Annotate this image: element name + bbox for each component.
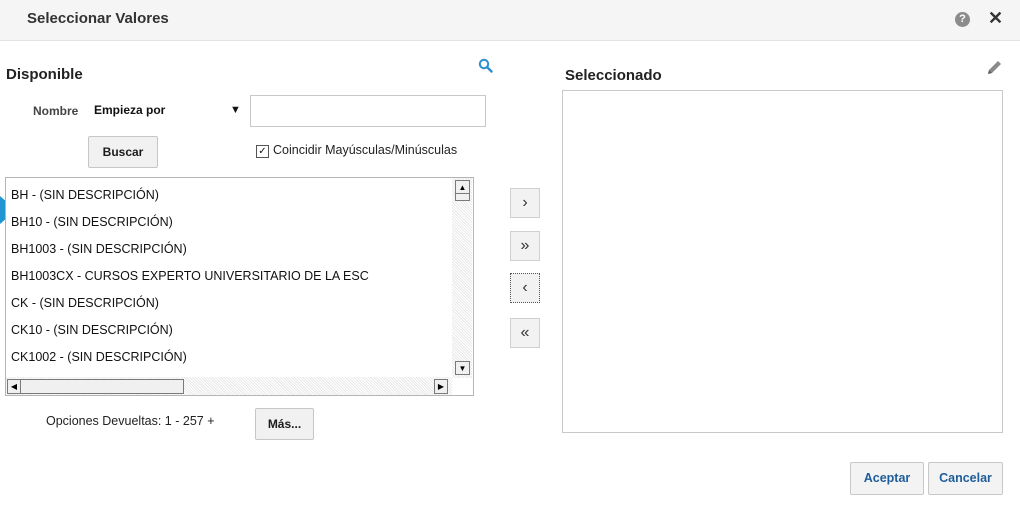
scroll-right-icon[interactable]: ▶: [434, 379, 448, 394]
match-mode-value: Empieza por: [94, 103, 166, 117]
scroll-left-icon[interactable]: ◀: [7, 379, 21, 394]
help-icon[interactable]: ?: [955, 12, 970, 27]
vertical-scrollbar[interactable]: ▲ ▼: [452, 178, 472, 378]
close-icon[interactable]: ✕: [988, 8, 1003, 29]
list-item[interactable]: BH1003 - (SIN DESCRIPCIÓN): [11, 242, 187, 256]
more-button[interactable]: Más...: [255, 408, 314, 440]
available-heading: Disponible: [6, 66, 83, 83]
match-mode-select[interactable]: Empieza por ▼: [88, 96, 248, 125]
results-count-label: Opciones Devueltas: 1 - 257 +: [46, 414, 215, 428]
selected-heading: Seleccionado: [565, 67, 662, 84]
search-input[interactable]: [250, 95, 486, 127]
list-item[interactable]: CK10 - (SIN DESCRIPCIÓN): [11, 323, 173, 337]
accept-button[interactable]: Aceptar: [850, 462, 924, 495]
chevron-down-icon: ▼: [230, 104, 241, 116]
search-icon[interactable]: [477, 57, 495, 75]
move-button[interactable]: ›: [510, 188, 540, 218]
list-item[interactable]: BH - (SIN DESCRIPCIÓN): [11, 188, 159, 202]
scroll-up-icon[interactable]: ▲: [455, 180, 470, 194]
dialog-title: Seleccionar Valores: [27, 10, 169, 27]
horizontal-scrollbar[interactable]: ◀ ▶: [6, 377, 452, 395]
list-item[interactable]: CK - (SIN DESCRIPCIÓN): [11, 296, 159, 310]
search-button[interactable]: Buscar: [88, 136, 158, 168]
available-listbox[interactable]: BH - (SIN DESCRIPCIÓN) BH10 - (SIN DESCR…: [5, 177, 474, 396]
case-match-label: Coincidir Mayúsculas/Minúsculas: [273, 143, 458, 157]
remove-all-button[interactable]: «: [510, 318, 540, 348]
selected-listbox[interactable]: [562, 90, 1003, 433]
list-item[interactable]: CK1002 - (SIN DESCRIPCIÓN): [11, 350, 187, 364]
case-match-checkbox[interactable]: ✓: [256, 145, 269, 158]
remove-button[interactable]: ‹: [510, 273, 540, 303]
cancel-button[interactable]: Cancelar: [928, 462, 1003, 495]
pencil-icon[interactable]: [985, 59, 1003, 77]
list-item[interactable]: BH1003CX - CURSOS EXPERTO UNIVERSITARIO …: [11, 269, 369, 283]
scroll-down-icon[interactable]: ▼: [455, 361, 470, 375]
vertical-scroll-thumb[interactable]: [455, 193, 470, 201]
horizontal-scroll-thumb[interactable]: [20, 379, 184, 394]
move-all-button[interactable]: »: [510, 231, 540, 261]
name-label: Nombre: [33, 104, 79, 118]
list-item[interactable]: BH10 - (SIN DESCRIPCIÓN): [11, 215, 173, 229]
